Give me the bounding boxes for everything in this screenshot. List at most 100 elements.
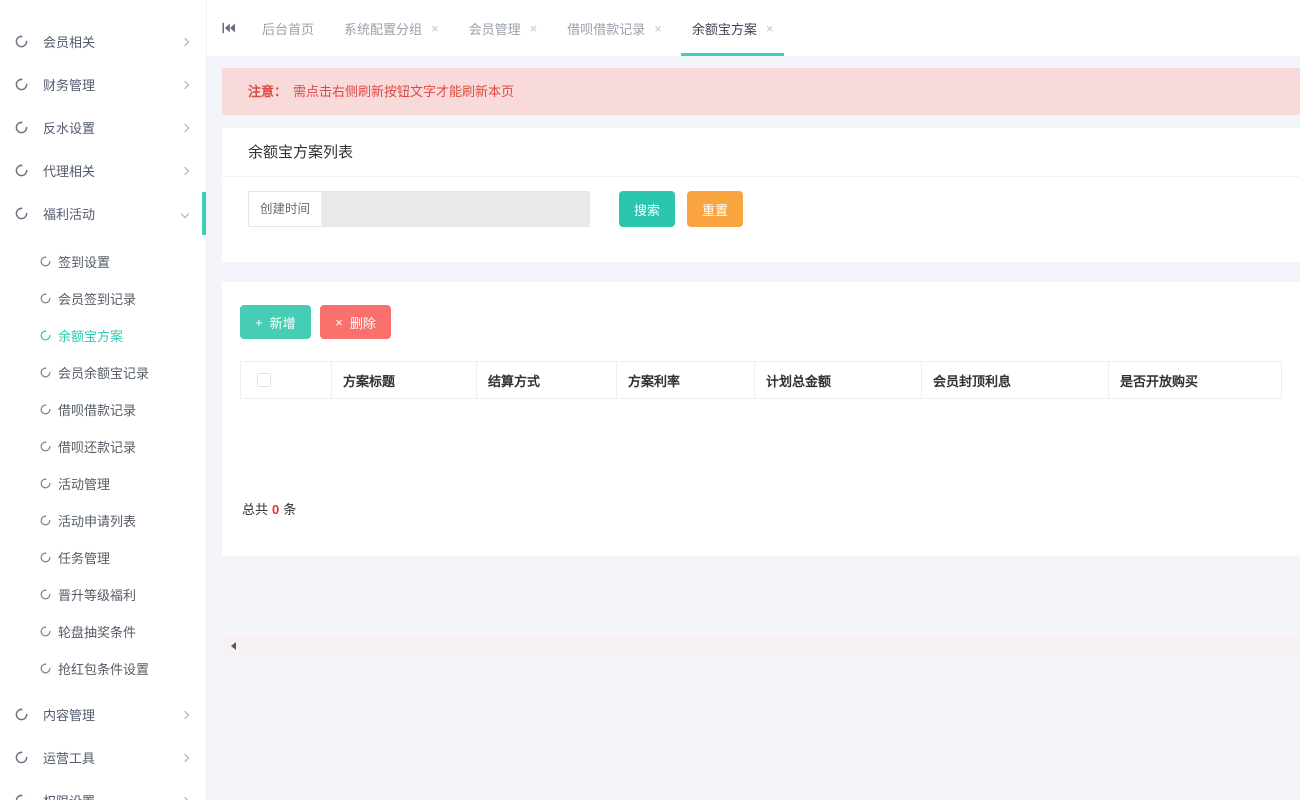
table-panel: +新增 ×删除 方案标题 结算方式 方案利率 计划总金额 会员封顶利息 是否开放… [222, 282, 1300, 556]
sidebar-subitem-redpacket-settings[interactable]: 抢红包条件设置 [0, 650, 206, 687]
chevron-right-icon [181, 796, 189, 800]
chevron-right-icon [181, 753, 189, 761]
tab-loan-records[interactable]: 借呗借款记录 × [556, 0, 673, 56]
page-title: 余额宝方案列表 [222, 128, 1300, 177]
total-prefix: 总共 [242, 502, 268, 517]
sidebar-item-rebate[interactable]: 反水设置 [0, 106, 206, 149]
plans-table: 方案标题 结算方式 方案利率 计划总金额 会员封顶利息 是否开放购买 [240, 361, 1282, 399]
search-button[interactable]: 搜索 [619, 191, 675, 227]
circle-icon [40, 367, 51, 378]
sidebar-item-operation-tools[interactable]: 运营工具 [0, 736, 206, 779]
sidebar-subitem-signin-records[interactable]: 会员签到记录 [0, 280, 206, 317]
sidebar: 会员相关 财务管理 反水设置 代理相关 福利活动 签到设置 会员签到记录 余额宝… [0, 0, 207, 800]
sidebar-item-label: 福利活动 [43, 204, 182, 223]
tab-label: 系统配置分组 [344, 19, 422, 38]
sidebar-subitem-label: 借呗借款记录 [58, 400, 136, 419]
sidebar-subitem-activity-apply[interactable]: 活动申请列表 [0, 502, 206, 539]
sidebar-item-label: 内容管理 [43, 705, 182, 724]
sidebar-item-label: 代理相关 [43, 161, 182, 180]
sidebar-subitem-label: 借呗还款记录 [58, 437, 136, 456]
create-time-label: 创建时间 [249, 192, 321, 226]
collapse-tabs-icon[interactable] [222, 0, 235, 56]
circle-icon [40, 256, 51, 267]
sidebar-item-label: 反水设置 [43, 118, 182, 137]
chevron-right-icon [181, 80, 189, 88]
circle-icon [40, 293, 51, 304]
circle-icon [40, 663, 51, 674]
header-checkbox-cell [241, 362, 332, 399]
circle-icon [40, 478, 51, 489]
sidebar-subitem-yuebao-plan[interactable]: 余额宝方案 [0, 317, 206, 354]
tab-close-icon[interactable]: × [766, 22, 774, 35]
sidebar-item-welfare[interactable]: 福利活动 [0, 192, 206, 235]
sidebar-subitem-level-welfare[interactable]: 晋升等级福利 [0, 576, 206, 613]
active-section-accent-bar [202, 192, 206, 235]
x-icon: × [335, 315, 343, 330]
horizontal-scrollbar[interactable] [222, 636, 1300, 655]
sidebar-item-label: 财务管理 [43, 75, 182, 94]
tab-label: 后台首页 [262, 19, 314, 38]
sidebar-item-finance[interactable]: 财务管理 [0, 63, 206, 106]
column-header-open-for-purchase: 是否开放购买 [1109, 362, 1282, 399]
sidebar-subitem-loan-records[interactable]: 借呗借款记录 [0, 391, 206, 428]
table-actions: +新增 ×删除 [240, 305, 1282, 339]
circle-icon [15, 164, 28, 177]
tab-close-icon[interactable]: × [654, 22, 662, 35]
chevron-right-icon [181, 37, 189, 45]
column-header-member-cap-interest: 会员封顶利息 [922, 362, 1109, 399]
total-count-line: 总共0条 [240, 499, 1282, 518]
create-time-input[interactable] [321, 192, 589, 226]
sidebar-subitem-label: 任务管理 [58, 548, 110, 567]
circle-icon [40, 515, 51, 526]
reset-button[interactable]: 重置 [687, 191, 743, 227]
sidebar-subitem-signin-settings[interactable]: 签到设置 [0, 243, 206, 280]
select-all-checkbox[interactable] [257, 373, 271, 387]
sidebar-subitem-label: 活动管理 [58, 474, 110, 493]
circle-icon [15, 794, 28, 800]
notice-prefix: 注意： [248, 84, 287, 99]
sidebar-subitem-label: 轮盘抽奖条件 [58, 622, 136, 641]
circle-icon [40, 626, 51, 637]
circle-icon [40, 589, 51, 600]
tab-close-icon[interactable]: × [431, 22, 439, 35]
tab-label: 会员管理 [469, 19, 521, 38]
scroll-left-arrow-icon[interactable] [231, 642, 236, 650]
tab-yuebao-plan[interactable]: 余额宝方案 × [681, 0, 785, 56]
sidebar-subitem-wheel-lottery[interactable]: 轮盘抽奖条件 [0, 613, 206, 650]
sidebar-item-permission[interactable]: 权限设置 [0, 779, 206, 800]
circle-icon [15, 207, 28, 220]
search-panel: 余额宝方案列表 创建时间 搜索 重置 [222, 128, 1300, 262]
sidebar-subitem-task-mgmt[interactable]: 任务管理 [0, 539, 206, 576]
sidebar-item-member[interactable]: 会员相关 [0, 20, 206, 63]
total-count: 0 [272, 502, 279, 517]
sidebar-item-label: 运营工具 [43, 748, 182, 767]
circle-icon [15, 708, 28, 721]
add-button[interactable]: +新增 [240, 305, 311, 339]
sidebar-subitem-label: 余额宝方案 [58, 326, 123, 345]
delete-button[interactable]: ×删除 [320, 305, 391, 339]
sidebar-item-agent[interactable]: 代理相关 [0, 149, 206, 192]
add-button-label: 新增 [270, 313, 296, 332]
main-content: 注意：需点击右侧刷新按钮文字才能刷新本页 余额宝方案列表 创建时间 搜索 重置 … [207, 57, 1300, 800]
tab-member-mgmt[interactable]: 会员管理 × [458, 0, 549, 56]
notice-text: 需点击右侧刷新按钮文字才能刷新本页 [293, 84, 514, 99]
tab-close-icon[interactable]: × [530, 22, 538, 35]
column-header-plan-rate: 方案利率 [617, 362, 755, 399]
welfare-submenu: 签到设置 会员签到记录 余额宝方案 会员余额宝记录 借呗借款记录 借呗还款记录 … [0, 243, 206, 687]
sidebar-subitem-activity-mgmt[interactable]: 活动管理 [0, 465, 206, 502]
chevron-right-icon [181, 123, 189, 131]
filter-row: 创建时间 搜索 重置 [222, 177, 1300, 227]
sidebar-item-label: 权限设置 [43, 791, 182, 800]
tab-home[interactable]: 后台首页 [251, 0, 325, 56]
sidebar-subitem-label: 晋升等级福利 [58, 585, 136, 604]
sidebar-subitem-repay-records[interactable]: 借呗还款记录 [0, 428, 206, 465]
tab-system-config-group[interactable]: 系统配置分组 × [333, 0, 450, 56]
table-header-row: 方案标题 结算方式 方案利率 计划总金额 会员封顶利息 是否开放购买 [241, 362, 1282, 399]
circle-icon [40, 330, 51, 341]
sidebar-subitem-label: 会员余额宝记录 [58, 363, 149, 382]
circle-icon [40, 404, 51, 415]
column-header-settlement-method: 结算方式 [477, 362, 617, 399]
sidebar-item-content[interactable]: 内容管理 [0, 693, 206, 736]
sidebar-subitem-yuebao-records[interactable]: 会员余额宝记录 [0, 354, 206, 391]
sidebar-subitem-label: 活动申请列表 [58, 511, 136, 530]
